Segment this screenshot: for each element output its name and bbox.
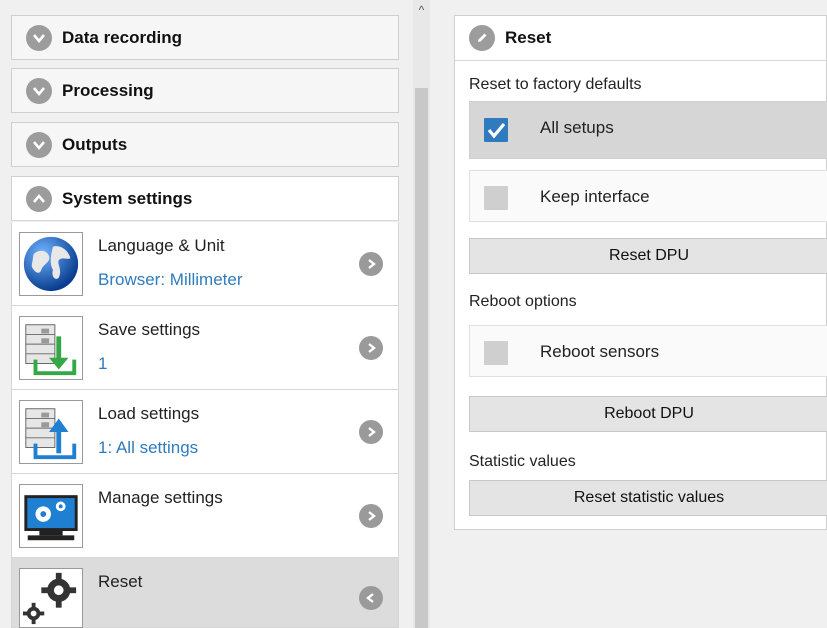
all-setups-checkbox-row[interactable]: All setups <box>469 101 827 159</box>
chevron-right-icon[interactable] <box>359 504 383 528</box>
globe-icon <box>19 232 83 296</box>
pencil-icon <box>469 25 495 51</box>
item-title: Reset <box>98 572 143 591</box>
chevron-down-icon <box>26 131 52 158</box>
chevron-left-icon[interactable] <box>359 586 383 610</box>
panel-title: Reset <box>505 28 552 47</box>
keep-interface-checkbox-row[interactable]: Keep interface <box>469 170 827 222</box>
item-subtitle: 1: All settings <box>98 438 199 457</box>
checkbox-label: All setups <box>540 118 614 137</box>
section-label: System settings <box>62 188 193 208</box>
sidebar-item-reset[interactable]: Reset <box>11 558 399 628</box>
manage-settings-icon <box>19 484 83 548</box>
sidebar-item-save-settings[interactable]: Save settings 1 <box>11 306 399 390</box>
reset-dpu-button[interactable]: Reset DPU <box>469 238 827 274</box>
reset-panel: Reset Reset to factory defaults All setu… <box>454 15 827 530</box>
section-label: Outputs <box>62 134 128 154</box>
item-title: Load settings <box>98 404 200 423</box>
save-settings-icon <box>19 316 83 380</box>
sidebar: Data recording Processing Outputs System… <box>0 0 415 628</box>
section-processing[interactable]: Processing <box>11 68 399 113</box>
item-title: Manage settings <box>98 488 223 507</box>
item-subtitle: Browser: Millimeter <box>98 270 243 289</box>
scroll-up-button[interactable]: ^ <box>413 0 430 20</box>
chevron-down-icon <box>26 24 52 51</box>
section-label: Processing <box>62 80 154 100</box>
reset-statistic-values-button[interactable]: Reset statistic values <box>469 480 827 516</box>
sidebar-item-language-unit[interactable]: Language & Unit Browser: Millimeter <box>11 222 399 306</box>
section-label: Data recording <box>62 27 182 47</box>
section-system-settings[interactable]: System settings <box>11 176 399 221</box>
item-subtitle: 1 <box>98 354 108 373</box>
item-title: Save settings <box>98 320 201 339</box>
checkbox-unchecked[interactable] <box>484 341 508 365</box>
chevron-down-icon <box>26 77 52 104</box>
chevron-right-icon[interactable] <box>359 336 383 360</box>
chevron-up-icon <box>26 185 52 212</box>
checkbox-unchecked[interactable] <box>484 186 508 210</box>
checkbox-label: Reboot sensors <box>540 342 660 361</box>
sidebar-item-load-settings[interactable]: Load settings 1: All settings <box>11 390 399 474</box>
load-settings-icon <box>19 400 83 464</box>
chevron-right-icon[interactable] <box>359 420 383 444</box>
scroll-thumb[interactable] <box>415 88 428 628</box>
chevron-right-icon[interactable] <box>359 252 383 276</box>
reboot-sensors-checkbox-row[interactable]: Reboot sensors <box>469 325 827 377</box>
app-root: Data recording Processing Outputs System… <box>0 0 827 628</box>
checkmark-icon <box>487 122 506 139</box>
sidebar-scrollbar[interactable]: ^ <box>413 0 430 628</box>
panel-header: Reset <box>455 16 827 61</box>
sidebar-item-manage-settings[interactable]: Manage settings <box>11 474 399 558</box>
item-title: Language & Unit <box>98 236 225 255</box>
section-outputs[interactable]: Outputs <box>11 122 399 167</box>
checkbox-label: Keep interface <box>540 187 650 206</box>
reset-factory-label: Reset to factory defaults <box>469 76 642 93</box>
gears-icon <box>19 568 83 628</box>
reboot-dpu-button[interactable]: Reboot DPU <box>469 396 827 432</box>
reboot-options-label: Reboot options <box>469 293 577 310</box>
statistic-values-label: Statistic values <box>469 453 576 470</box>
checkbox-checked[interactable] <box>484 118 508 142</box>
section-data-recording[interactable]: Data recording <box>11 15 399 60</box>
